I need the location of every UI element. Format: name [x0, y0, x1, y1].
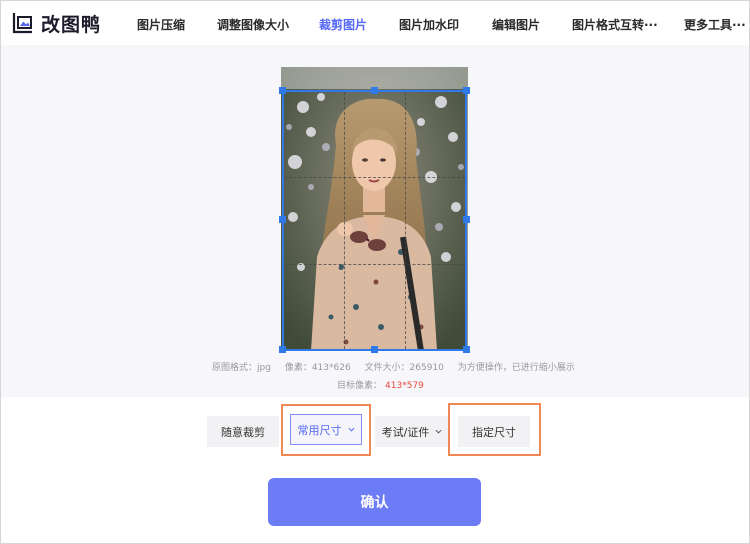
nav-item-resize[interactable]: 调整图像大小	[217, 16, 289, 33]
crop-handle-left[interactable]	[279, 216, 286, 223]
logo-icon[interactable]	[11, 11, 35, 35]
crop-handle-bottom[interactable]	[371, 346, 378, 353]
file-size: 文件大小：265910	[364, 363, 444, 373]
original-format: 原图格式：jpg	[212, 363, 271, 373]
common-size-dropdown[interactable]: 常用尺寸	[290, 414, 362, 445]
free-crop-label: 随意裁剪	[221, 425, 265, 439]
target-pixels: 目标像素： 413*579	[337, 378, 424, 391]
brand-name[interactable]: 改图鸭	[41, 10, 101, 37]
common-size-label: 常用尺寸	[297, 423, 342, 437]
original-pixels: 像素：413*626	[284, 363, 351, 373]
nav-item-format-convert[interactable]: 图片格式互转···	[572, 16, 658, 33]
nav-item-watermark[interactable]: 图片加水印	[399, 16, 459, 33]
crop-handle-bottom-right[interactable]	[463, 346, 470, 353]
crop-handle-right[interactable]	[463, 216, 470, 223]
nav-item-crop[interactable]: 裁剪图片	[319, 16, 367, 33]
nav-item-compress[interactable]: 图片压缩	[137, 16, 185, 33]
crop-handle-top-left[interactable]	[279, 87, 286, 94]
custom-size-label: 指定尺寸	[472, 425, 516, 439]
custom-size-button[interactable]: 指定尺寸	[458, 416, 530, 447]
crop-guide-line	[344, 92, 345, 349]
top-header: 改图鸭 图片压缩 调整图像大小 裁剪图片 图片加水印 编辑图片 图片格式互转··…	[1, 1, 749, 45]
crop-handle-bottom-left[interactable]	[279, 346, 286, 353]
crop-guide-line	[284, 264, 465, 265]
nav-item-more-tools[interactable]: 更多工具···	[684, 16, 746, 33]
image-info: 原图格式：jpg 像素：413*626 文件大小：265910 为方便操作，已进…	[212, 360, 586, 373]
crop-guide-line	[405, 92, 406, 349]
confirm-button[interactable]: 确认	[268, 478, 481, 526]
exam-id-dropdown[interactable]: 考试/证件	[375, 416, 449, 447]
confirm-label: 确认	[360, 495, 389, 511]
chevron-down-icon	[435, 429, 442, 434]
outside-crop-mask-top	[281, 67, 468, 89]
crop-handle-top[interactable]	[371, 87, 378, 94]
nav-item-edit[interactable]: 编辑图片	[492, 16, 540, 33]
free-crop-button[interactable]: 随意裁剪	[207, 416, 279, 447]
crop-box[interactable]	[282, 90, 467, 351]
target-pixels-label: 目标像素：	[337, 381, 383, 391]
chevron-down-icon	[348, 427, 354, 432]
target-pixels-value: 413*579	[385, 381, 424, 391]
crop-handle-top-right[interactable]	[463, 87, 470, 94]
display-note: 为方便操作，已进行缩小展示	[457, 363, 575, 373]
crop-guide-line	[284, 177, 465, 178]
exam-id-label: 考试/证件	[381, 425, 430, 439]
